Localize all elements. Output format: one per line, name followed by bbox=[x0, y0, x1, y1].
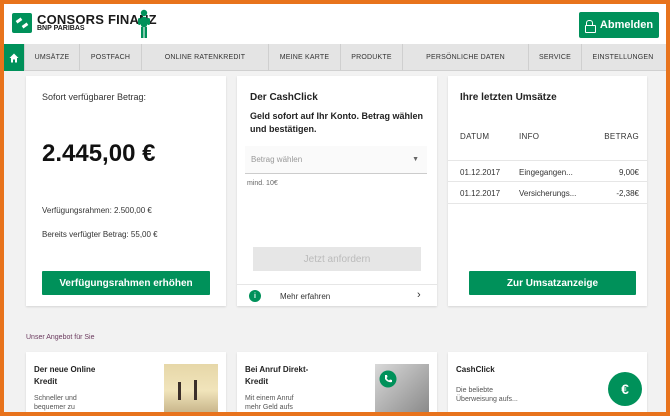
logout-button[interactable]: Abmelden bbox=[579, 12, 659, 38]
offer-subtitle-line: Überweisung aufs... bbox=[456, 396, 518, 403]
offer-title-line: Bei Anruf Direkt- bbox=[245, 365, 309, 374]
minimum-note: mind. 10€ bbox=[247, 180, 278, 187]
chevron-right-icon: › bbox=[417, 289, 421, 301]
offer-title-line: Der neue Online bbox=[34, 365, 96, 374]
main-nav: UMSÄTZE POSTFACH ONLINE RATENKREDIT MEIN… bbox=[4, 44, 666, 71]
offer-subtitle-line: Schneller und bbox=[34, 395, 77, 402]
transactions-card: Ihre letzten Umsätze DATUM INFO BETRAG 0… bbox=[448, 76, 647, 306]
transaction-info: Eingegangen... bbox=[519, 168, 573, 177]
cashclick-title: Der CashClick bbox=[250, 92, 318, 103]
brand-subtitle: BNP PARIBAS bbox=[37, 25, 85, 32]
nav-item-einstellungen[interactable]: EINSTELLUNGEN bbox=[581, 44, 664, 71]
transaction-row[interactable]: 01.12.2017 Eingegangen... 9,00€ bbox=[448, 160, 647, 182]
transactions-title: Ihre letzten Umsätze bbox=[460, 92, 557, 103]
phone-icon bbox=[379, 370, 397, 388]
person-figure bbox=[178, 382, 181, 400]
beach-photo bbox=[164, 364, 218, 412]
offer-card-online-kredit[interactable]: Der neue Online Kredit Schneller und beq… bbox=[26, 352, 226, 412]
offer-subtitle: Mit einem Anruf mehr Geld aufs bbox=[245, 394, 294, 412]
more-info-label: Mehr erfahren bbox=[280, 292, 331, 301]
request-now-button[interactable]: Jetzt anfordern bbox=[253, 247, 421, 271]
increase-limit-button[interactable]: Verfügungsrahmen erhöhen bbox=[42, 271, 210, 295]
offer-subtitle-line: mehr Geld aufs bbox=[245, 404, 293, 411]
person-figure bbox=[194, 380, 197, 400]
offer-title: Der neue Online Kredit bbox=[34, 364, 95, 388]
offer-subtitle-line: bequemer zu bbox=[34, 404, 75, 411]
nav-item-produkte[interactable]: PRODUKTE bbox=[340, 44, 402, 71]
offer-title-line: CashClick bbox=[456, 365, 495, 374]
transaction-date: 01.12.2017 bbox=[460, 189, 501, 198]
phone-call-photo bbox=[375, 364, 429, 412]
mascot-icon bbox=[138, 9, 150, 38]
nav-item-umsaetze[interactable]: UMSÄTZE bbox=[24, 44, 79, 71]
nav-item-postfach[interactable]: POSTFACH bbox=[79, 44, 141, 71]
cashclick-desc-line1: Geld sofort auf Ihr Konto. Betrag wählen bbox=[250, 111, 424, 121]
nav-item-service[interactable]: SERVICE bbox=[528, 44, 581, 71]
balance-card: Sofort verfügbarer Betrag: 2.445,00 € Ve… bbox=[26, 76, 226, 306]
nav-item-meine-karte[interactable]: MEINE KARTE bbox=[268, 44, 340, 71]
transaction-date: 01.12.2017 bbox=[460, 168, 501, 177]
available-amount: 2.445,00 € bbox=[42, 140, 156, 167]
offer-subtitle: Schneller und bequemer zu bbox=[34, 394, 77, 412]
transaction-amount: 9,00€ bbox=[618, 168, 639, 177]
brand-logo-icon[interactable] bbox=[12, 13, 32, 33]
cash-euro-icon: € bbox=[608, 372, 642, 406]
column-header-amount: BETRAG bbox=[604, 132, 639, 141]
info-icon: i bbox=[249, 290, 261, 302]
offer-title-line: Kredit bbox=[34, 377, 58, 386]
header: CONSORS FINANZ BNP PARIBAS Abmelden bbox=[4, 4, 666, 44]
offers-section-title: Unser Angebot für Sie bbox=[26, 334, 95, 341]
nav-home-button[interactable] bbox=[4, 44, 24, 71]
nav-item-online-ratenkredit[interactable]: ONLINE RATENKREDIT bbox=[141, 44, 268, 71]
cashclick-card: Der CashClick Geld sofort auf Ihr Konto.… bbox=[237, 76, 437, 306]
offer-subtitle-line: Die beliebte bbox=[456, 387, 493, 394]
amount-select[interactable]: Betrag wählen ▼ bbox=[245, 146, 427, 174]
more-info-link[interactable]: i Mehr erfahren › bbox=[237, 284, 437, 306]
home-icon bbox=[9, 53, 19, 62]
app-frame: CONSORS FINANZ BNP PARIBAS Abmelden UMSÄ… bbox=[4, 4, 666, 412]
offer-title: Bei Anruf Direkt- Kredit bbox=[245, 364, 308, 388]
credit-limit-label: Verfügungsrahmen: 2.500,00 € bbox=[42, 206, 152, 215]
offer-subtitle: Die beliebte Überweisung aufs... bbox=[456, 386, 518, 404]
column-header-date: DATUM bbox=[460, 132, 490, 141]
chevron-down-icon: ▼ bbox=[412, 156, 419, 163]
available-amount-label: Sofort verfügbarer Betrag: bbox=[42, 92, 147, 102]
transaction-amount: -2,38€ bbox=[616, 189, 639, 198]
view-transactions-button[interactable]: Zur Umsatzanzeige bbox=[469, 271, 636, 295]
transaction-info: Versicherungs... bbox=[519, 189, 577, 198]
offer-card-cashclick[interactable]: CashClick Die beliebte Überweisung aufs.… bbox=[448, 352, 647, 412]
nav-item-persoenliche-daten[interactable]: PERSÖNLICHE DATEN bbox=[402, 44, 528, 71]
offer-subtitle-line: Mit einem Anruf bbox=[245, 395, 294, 402]
offer-title: CashClick bbox=[456, 364, 495, 376]
cashclick-desc-line2: und bestätigen. bbox=[250, 124, 317, 134]
amount-select-placeholder: Betrag wählen bbox=[251, 155, 303, 164]
offer-title-line: Kredit bbox=[245, 377, 269, 386]
lock-icon bbox=[584, 19, 596, 33]
transaction-row[interactable]: 01.12.2017 Versicherungs... -2,38€ bbox=[448, 182, 647, 204]
offer-card-direkt-kredit[interactable]: Bei Anruf Direkt- Kredit Mit einem Anruf… bbox=[237, 352, 437, 412]
column-header-info: INFO bbox=[519, 132, 540, 141]
used-amount-label: Bereits verfügter Betrag: 55,00 € bbox=[42, 230, 158, 239]
logout-label: Abmelden bbox=[599, 19, 654, 31]
